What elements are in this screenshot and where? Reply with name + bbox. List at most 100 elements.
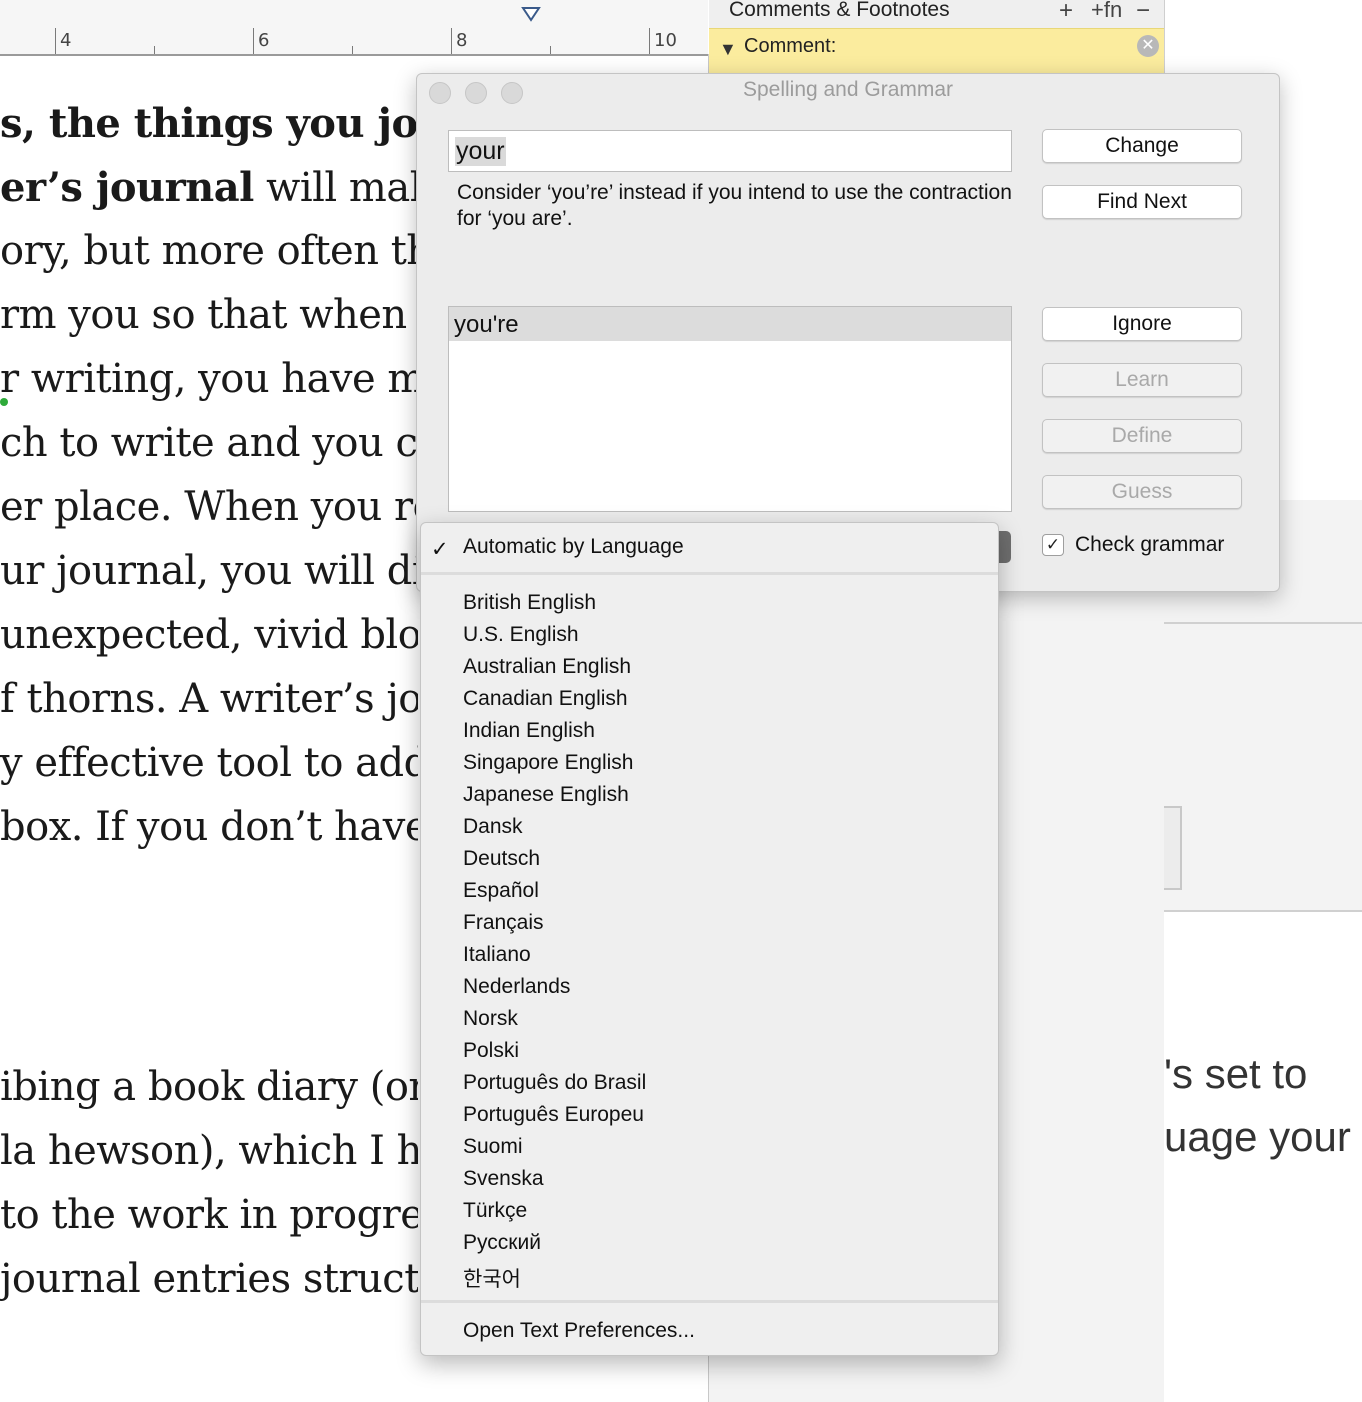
menu-separator — [421, 572, 998, 575]
menu-item-language[interactable]: Norsk — [463, 1007, 518, 1031]
regular-text: ur journal, you will disc — [0, 548, 418, 594]
document-line: la hewson), which I hav — [0, 1128, 418, 1174]
menu-item-language[interactable]: Português Europeu — [463, 1103, 644, 1127]
misspelled-word: your — [455, 137, 506, 166]
menu-item-language[interactable]: Français — [463, 911, 544, 935]
grammar-marker — [0, 398, 8, 406]
list-item[interactable]: you're — [449, 307, 1011, 341]
menu-item-language[interactable]: Nederlands — [463, 975, 570, 999]
inspector-text-line: uage your — [1164, 1113, 1351, 1160]
menu-item-automatic[interactable]: Automatic by Language — [463, 535, 684, 559]
menu-item-language[interactable]: Dansk — [463, 815, 523, 839]
document-line: journal entries structu — [0, 1256, 418, 1302]
change-button[interactable]: Change — [1042, 129, 1242, 163]
checkmark-icon: ✓ — [431, 538, 449, 561]
add-footnote-button[interactable]: +fn — [1091, 0, 1122, 23]
document-line: unexpected, vivid bloss — [0, 612, 418, 658]
document-body[interactable]: s, the things you jot er’s journal will m… — [0, 0, 418, 1402]
regular-text: ibing a book diary (or t — [0, 1064, 418, 1110]
comment-header[interactable]: ▼ Comment: ✕ — [709, 28, 1164, 75]
menu-item-language[interactable]: Australian English — [463, 655, 631, 679]
menu-separator — [421, 1300, 998, 1303]
regular-text: la hewson), which I hav — [0, 1128, 418, 1174]
inspector-section — [1164, 624, 1362, 912]
menu-item-language[interactable]: Deutsch — [463, 847, 540, 871]
find-next-button[interactable]: Find Next — [1042, 185, 1242, 219]
document-line: er place. When you rea — [0, 484, 418, 530]
misspelled-word-field[interactable]: your — [448, 130, 1012, 172]
guess-button[interactable]: Guess — [1042, 475, 1242, 509]
regular-text: journal entries structu — [0, 1256, 418, 1302]
tab-stop-marker-icon[interactable] — [521, 6, 541, 22]
minus-icon[interactable]: − — [1136, 0, 1150, 25]
check-grammar-checkbox[interactable]: ✓ — [1042, 534, 1064, 556]
document-line: y effective tool to add to — [0, 740, 418, 786]
menu-item-language[interactable]: Suomi — [463, 1135, 523, 1159]
document-line: ur journal, you will disc — [0, 548, 418, 594]
menu-item-language[interactable]: Português do Brasil — [463, 1071, 646, 1095]
regular-text: box. If you don’t have c — [0, 804, 418, 850]
sidebar-title: Comments & Footnotes — [729, 0, 950, 21]
grammar-hint: Consider ‘you’re’ instead if you intend … — [457, 181, 1012, 230]
document-line: s, the things you jot — [0, 100, 418, 147]
ruler-major-tick — [649, 28, 650, 54]
document-line: ch to write and you can — [0, 420, 418, 466]
inspector-pane — [1164, 500, 1362, 1402]
document-line: r writing, you have mor — [0, 356, 418, 402]
suggestion-list[interactable]: you're — [448, 306, 1012, 512]
menu-item-language[interactable]: Canadian English — [463, 687, 628, 711]
disclosure-triangle-icon[interactable]: ▼ — [719, 39, 737, 60]
document-line: ibing a book diary (or t — [0, 1064, 418, 1110]
menu-item-language[interactable]: 한국어 — [463, 1263, 521, 1293]
ruler-minor-tick — [550, 46, 551, 54]
document-line: ory, but more often the — [0, 228, 418, 274]
bold-text: er’s journal — [0, 164, 254, 211]
language-menu: ✓ Automatic by Language Open Text Prefer… — [420, 522, 999, 1356]
close-comment-icon[interactable]: ✕ — [1137, 35, 1159, 57]
bold-text: s, the things you jot — [0, 100, 418, 147]
menu-item-language[interactable]: Italiano — [463, 943, 531, 967]
regular-text: ory, but more often the — [0, 228, 418, 274]
menu-item-language[interactable]: Türkçe — [463, 1199, 527, 1223]
suggestion-label: you're — [454, 311, 519, 338]
menu-item-language[interactable]: Japanese English — [463, 783, 629, 807]
menu-item-language[interactable]: Русский — [463, 1231, 541, 1255]
menu-item-language[interactable]: Polski — [463, 1039, 519, 1063]
comment-label: Comment: — [744, 35, 837, 57]
menu-item-language[interactable]: Español — [463, 879, 539, 903]
regular-text: er place. When you rea — [0, 484, 418, 530]
document-line: f thorns. A writer’s jour — [0, 676, 418, 722]
regular-text: r writing, you have mor — [0, 356, 418, 402]
regular-text: y effective tool to add to — [0, 740, 418, 786]
menu-item-language[interactable]: British English — [463, 591, 596, 615]
menu-item-open-text-preferences[interactable]: Open Text Preferences... — [463, 1319, 695, 1343]
ruler-major-tick — [451, 28, 452, 54]
menu-item-language[interactable]: Indian English — [463, 719, 595, 743]
menu-item-language[interactable]: U.S. English — [463, 623, 579, 647]
ignore-button[interactable]: Ignore — [1042, 307, 1242, 341]
document-line: er’s journal will make — [0, 164, 418, 211]
inspector-text-line: 's set to — [1164, 1050, 1308, 1097]
panel-titlebar[interactable]: Spelling and Grammar — [417, 74, 1279, 108]
menu-item-language[interactable]: Svenska — [463, 1167, 544, 1191]
regular-text: unexpected, vivid bloss — [0, 612, 418, 658]
document-line: box. If you don’t have c — [0, 804, 418, 850]
regular-text: ch to write and you can — [0, 420, 418, 466]
plus-icon[interactable]: + — [1059, 0, 1073, 25]
regular-text: to the work in progress — [0, 1192, 418, 1238]
sidebar-header: Comments & Footnotes + +fn − — [709, 0, 1164, 28]
document-line: to the work in progress — [0, 1192, 418, 1238]
check-grammar-label: Check grammar — [1075, 533, 1225, 556]
panel-title: Spelling and Grammar — [742, 78, 954, 101]
document-line: rm you so that when yo — [0, 292, 418, 338]
learn-button[interactable]: Learn — [1042, 363, 1242, 397]
regular-text: f thorns. A writer’s jour — [0, 676, 418, 722]
spelling-grammar-panel: Spelling and Grammar your Consider ‘you’… — [416, 73, 1280, 592]
ruler-label: 10 — [654, 30, 677, 51]
regular-text: rm you so that when yo — [0, 292, 418, 338]
ruler-label: 8 — [456, 30, 468, 51]
menu-item-language[interactable]: Singapore English — [463, 751, 633, 775]
define-button[interactable]: Define — [1042, 419, 1242, 453]
inspector-button[interactable] — [1164, 806, 1182, 890]
regular-text: will make — [266, 165, 418, 211]
